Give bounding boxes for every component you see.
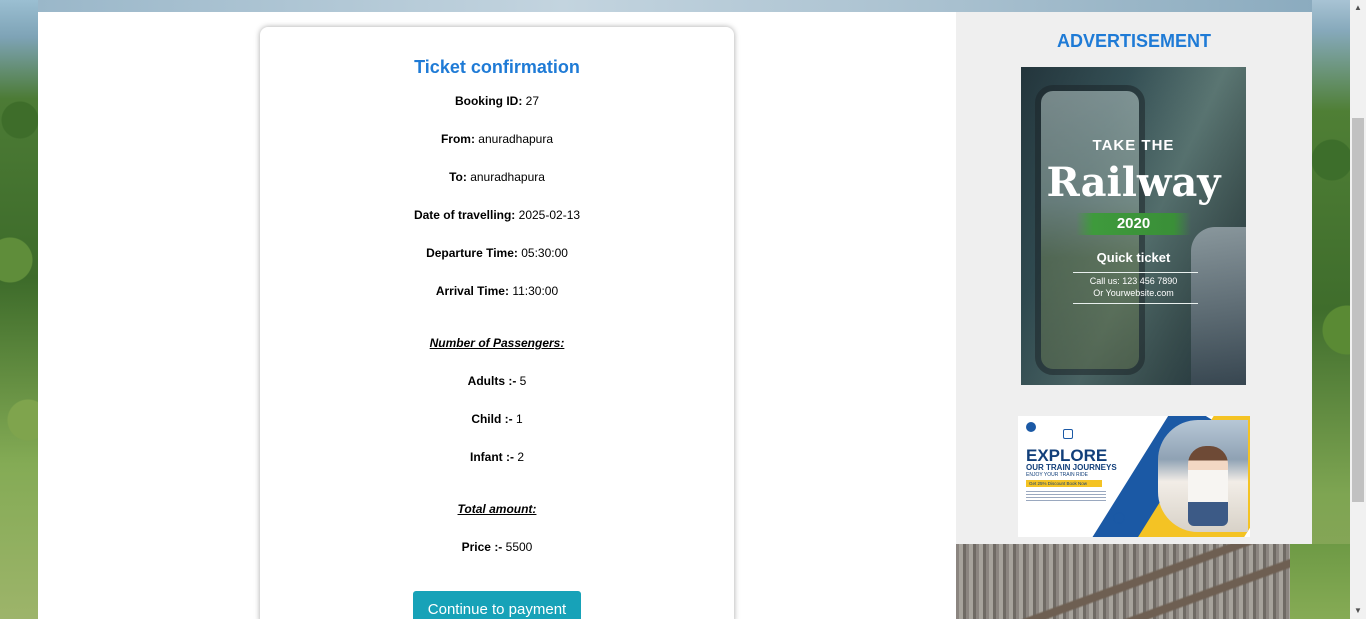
railway-ad-website: Or Yourwebsite.com — [1093, 288, 1174, 298]
divider-bottom — [1073, 303, 1198, 304]
advertisement-heading: ADVERTISEMENT — [1056, 31, 1211, 51]
date-row: Date of travelling: 2025-02-13 — [260, 208, 734, 222]
arrival-row: Arrival Time: 11:30:00 — [260, 284, 734, 298]
from-label: From: — [440, 132, 475, 146]
vertical-scrollbar[interactable]: ▲ ▼ — [1350, 0, 1366, 619]
explore-ad-discount: Get 25% Discount Book Now — [1026, 480, 1102, 487]
booking-id-row: Booking ID: 27 — [260, 94, 734, 108]
explore-ad-banner[interactable]: EXPLORE OUR TRAIN JOURNEYS ENJOY YOUR TR… — [1018, 416, 1250, 537]
divider-top — [1073, 272, 1198, 273]
adults-row: Adults :- 5 — [260, 374, 734, 388]
to-value: anuradhapura — [470, 170, 545, 184]
railway-ad-line1: TAKE THE — [1092, 137, 1175, 154]
background-scenery-top — [38, 0, 1350, 12]
scroll-up-arrow-icon[interactable]: ▲ — [1350, 0, 1366, 16]
booking-id-value: 27 — [525, 94, 540, 108]
price-label: Price :- — [461, 540, 503, 554]
arrival-label: Arrival Time: — [435, 284, 509, 298]
departure-value: 05:30:00 — [521, 246, 568, 260]
date-label: Date of travelling: — [413, 208, 516, 222]
scroll-down-arrow-icon[interactable]: ▼ — [1350, 603, 1366, 619]
child-row: Child :- 1 — [260, 412, 734, 426]
scrollbar-thumb[interactable] — [1352, 118, 1364, 502]
arrival-value: 11:30:00 — [512, 284, 559, 298]
from-row: From: anuradhapura — [260, 132, 734, 146]
main-panel: Ticket confirmation Booking ID: 27 From:… — [38, 12, 956, 619]
background-railway-tracks — [956, 544, 1350, 619]
passengers-heading: Number of Passengers: — [429, 336, 565, 350]
ticket-title: Ticket confirmation — [414, 57, 580, 77]
infant-label: Infant :- — [469, 450, 514, 464]
explore-ad-body-text — [1026, 491, 1106, 503]
child-label: Child :- — [471, 412, 513, 426]
adults-label: Adults :- — [467, 374, 517, 388]
company-logo-icon — [1026, 422, 1036, 432]
ticket-card: Ticket confirmation Booking ID: 27 From:… — [260, 27, 734, 619]
train-icon — [1063, 429, 1073, 439]
departure-row: Departure Time: 05:30:00 — [260, 246, 734, 260]
explore-ad-tagline: ENJOY YOUR TRAIN RIDE — [1026, 472, 1088, 478]
badge-icon — [1113, 512, 1125, 524]
price-value: 5500 — [505, 540, 533, 554]
to-row: To: anuradhapura — [260, 170, 734, 184]
total-heading: Total amount: — [457, 502, 537, 516]
traveler-figure — [1188, 446, 1228, 526]
advertisement-panel: ADVERTISEMENT TAKE THE Railway 2020 Quic… — [956, 12, 1312, 544]
departure-label: Departure Time: — [426, 246, 518, 260]
railway-ad-line3: Quick ticket — [1096, 250, 1171, 265]
adults-value: 5 — [519, 374, 527, 388]
price-row: Price :- 5500 — [260, 540, 734, 554]
date-value: 2025-02-13 — [518, 208, 581, 222]
to-label: To: — [449, 170, 467, 184]
explore-ad-subtitle: OUR TRAIN JOURNEYS — [1026, 463, 1117, 472]
child-value: 1 — [515, 412, 523, 426]
infant-row: Infant :- 2 — [260, 450, 734, 464]
from-value: anuradhapura — [478, 132, 554, 146]
infant-value: 2 — [517, 450, 525, 464]
booking-id-label: Booking ID: — [454, 94, 523, 108]
railway-ad-year: 2020 — [1116, 215, 1151, 232]
continue-to-payment-button[interactable]: Continue to payment — [413, 591, 581, 619]
railway-ad-phone: Call us: 123 456 7890 — [1089, 276, 1178, 286]
background-scenery-left — [0, 0, 38, 619]
railway-ad-line2: Railway — [1046, 159, 1221, 206]
explore-ad-title: EXPLORE — [1026, 446, 1108, 465]
railway-ad-banner[interactable]: TAKE THE Railway 2020 Quick ticket Call … — [1021, 67, 1246, 385]
